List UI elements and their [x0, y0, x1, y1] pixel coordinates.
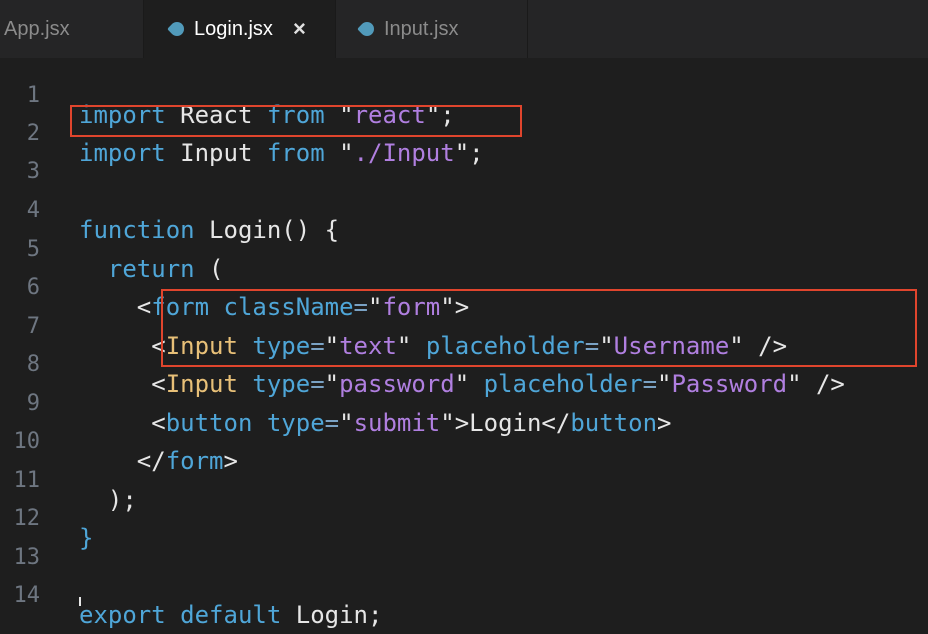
code-line: 3 — [0, 134, 928, 184]
code-line: 6 <form className="form"> — [0, 250, 928, 321]
tab-label: Input.jsx — [384, 17, 459, 40]
code-line: 12 } — [0, 481, 928, 552]
tab-app-jsx[interactable]: App.jsx — [0, 0, 144, 58]
highlight-box-import — [70, 105, 522, 137]
tab-label: Login.jsx — [194, 17, 273, 40]
code-text: export default Login; — [79, 601, 383, 629]
highlight-box-input-components — [161, 289, 917, 367]
code-line: 9 <button type="submit">Login</button> — [0, 366, 928, 437]
code-line: 14 export default Login; — [0, 558, 928, 629]
tab-input-jsx[interactable]: Input.jsx — [336, 0, 528, 58]
code-line: 1 import React from "react"; — [0, 58, 928, 129]
tab-label: App.jsx — [4, 17, 70, 40]
line-number: 14 — [13, 583, 41, 608]
code-line: 11 ); — [0, 443, 928, 514]
react-file-icon — [357, 19, 377, 39]
close-icon[interactable]: × — [293, 16, 306, 42]
tab-login-jsx[interactable]: Login.jsx × — [144, 0, 336, 58]
editor-tab-bar: App.jsx Login.jsx × Input.jsx — [0, 0, 928, 58]
react-file-icon — [167, 19, 187, 39]
code-line: 4 function Login() { — [0, 173, 928, 244]
text-cursor — [79, 597, 81, 606]
code-line: 13 — [0, 520, 928, 570]
code-line: 5 return ( — [0, 212, 928, 283]
code-line: 10 </form> — [0, 404, 928, 475]
